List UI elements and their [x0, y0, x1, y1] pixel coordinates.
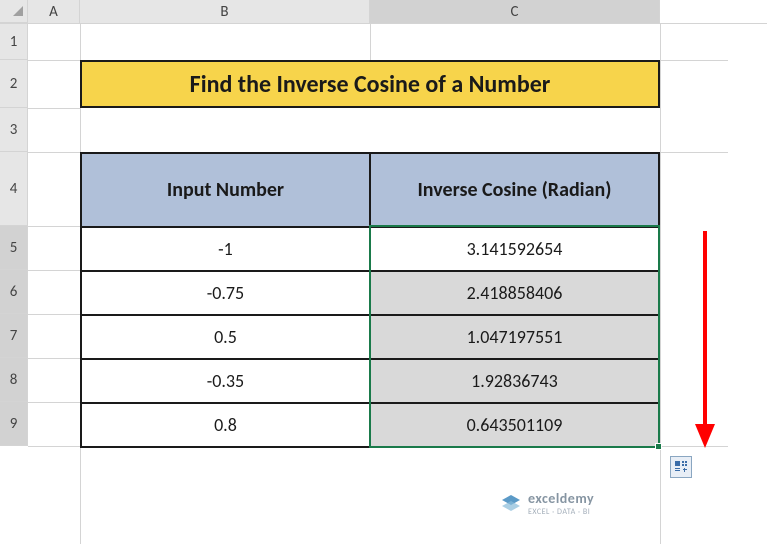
row-header-8[interactable]: 8	[0, 358, 28, 402]
cell-input[interactable]: -1	[81, 227, 370, 271]
column-header-B[interactable]: B	[80, 0, 370, 23]
gridline	[28, 226, 80, 227]
data-table: Input Number Inverse Cosine (Radian) -1 …	[80, 152, 660, 448]
spreadsheet-grid: A B C 1 2 3 4 5 6 7 8 9 Find the Inverse…	[0, 0, 767, 24]
gridline	[28, 314, 80, 315]
watermark-logo-icon	[500, 493, 522, 515]
cell-input[interactable]: 0.8	[81, 403, 370, 447]
table-row: 0.8 0.643501109	[81, 403, 659, 447]
cell-input[interactable]: -0.35	[81, 359, 370, 403]
annotation-arrow	[690, 226, 720, 456]
watermark-sub: EXCEL · DATA · BI	[528, 507, 594, 517]
cell-input[interactable]: 0.5	[81, 315, 370, 359]
autofill-options-button[interactable]	[670, 456, 692, 478]
table-row: -0.75 2.418858406	[81, 271, 659, 315]
header-result[interactable]: Inverse Cosine (Radian)	[370, 153, 659, 227]
gridline	[28, 108, 80, 109]
cell-result[interactable]: 0.643501109	[370, 403, 659, 447]
cell-input[interactable]: -0.75	[81, 271, 370, 315]
cell-result[interactable]: 3.141592654	[370, 227, 659, 271]
gridline	[28, 402, 80, 403]
cell-result[interactable]: 2.418858406	[370, 271, 659, 315]
row-headers: 1 2 3 4 5 6 7 8 9	[0, 24, 28, 446]
gridline	[660, 24, 661, 544]
header-input[interactable]: Input Number	[81, 153, 370, 227]
row-header-7[interactable]: 7	[0, 314, 28, 358]
gridline	[28, 358, 80, 359]
table-row: -1 3.141592654	[81, 227, 659, 271]
table-row: -0.35 1.92836743	[81, 359, 659, 403]
cell-result[interactable]: 1.047197551	[370, 315, 659, 359]
row-header-6[interactable]: 6	[0, 270, 28, 314]
column-header-C[interactable]: C	[370, 0, 660, 23]
row-header-2[interactable]: 2	[0, 60, 28, 108]
row-header-3[interactable]: 3	[0, 108, 28, 152]
table-row: 0.5 1.047197551	[81, 315, 659, 359]
gridline	[28, 270, 80, 271]
select-all-corner[interactable]	[0, 0, 28, 23]
row-header-9[interactable]: 9	[0, 402, 28, 446]
cell-result[interactable]: 1.92836743	[370, 359, 659, 403]
watermark-brand: exceldemy	[528, 490, 594, 507]
title-cell[interactable]: Find the Inverse Cosine of a Number	[80, 60, 660, 108]
column-headers: A B C	[0, 0, 767, 24]
row-header-5[interactable]: 5	[0, 226, 28, 270]
row-header-1[interactable]: 1	[0, 24, 28, 60]
gridline	[370, 24, 371, 60]
column-header-A[interactable]: A	[28, 0, 80, 23]
watermark: exceldemy EXCEL · DATA · BI	[500, 490, 594, 517]
row-header-4[interactable]: 4	[0, 152, 28, 226]
